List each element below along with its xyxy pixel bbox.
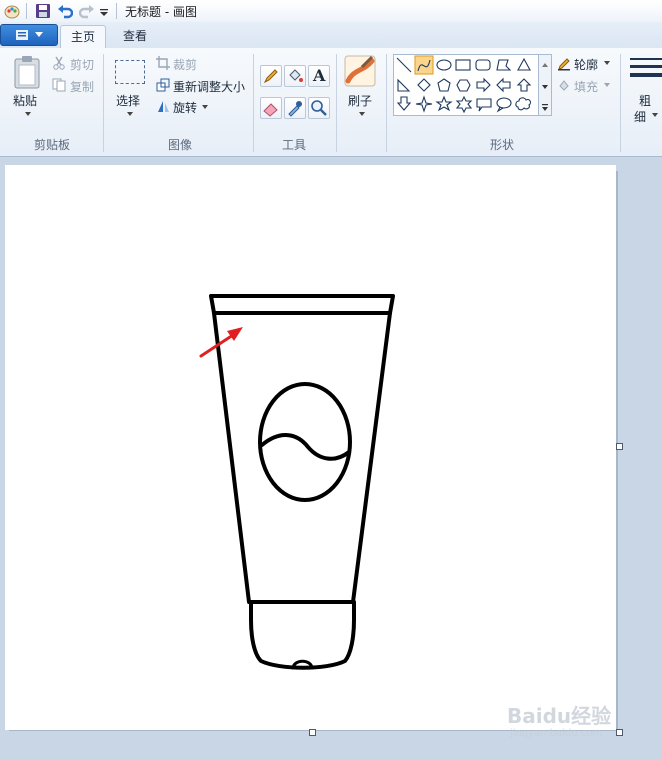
tools-group-label: 工具 — [281, 138, 306, 152]
redo-icon[interactable] — [79, 3, 95, 19]
eraser-icon — [263, 103, 278, 117]
oval-callout-shape-icon[interactable] — [496, 97, 512, 113]
cloud-callout-shape-icon[interactable] — [515, 97, 531, 111]
fill-icon — [559, 80, 569, 91]
fill-dropdown-icon[interactable] — [603, 82, 611, 88]
canvas-resize-handle-right[interactable] — [616, 443, 623, 450]
select-button[interactable]: 选择 — [116, 92, 140, 109]
fill-button[interactable]: 填充 — [574, 78, 598, 95]
expand-gallery-icon — [542, 107, 548, 111]
size-label-line2[interactable]: 细 — [634, 108, 646, 125]
paint-bucket-icon — [289, 69, 303, 82]
cut-button[interactable]: 剪切 — [70, 56, 94, 73]
shapes-gallery-icons — [396, 55, 532, 114]
eraser-tool[interactable] — [260, 97, 282, 119]
tube-cap-outline — [249, 600, 356, 670]
tube-drawing — [199, 294, 395, 670]
shapes-gallery — [393, 54, 545, 116]
oval-shape-icon[interactable] — [436, 59, 452, 71]
copy-icon — [52, 78, 66, 92]
six-point-star-shape-icon[interactable] — [455, 95, 473, 114]
triangle-shape-icon[interactable] — [517, 57, 531, 71]
pentagon-shape-icon[interactable] — [437, 78, 451, 92]
drawing-canvas[interactable] — [5, 165, 616, 730]
customize-quick-access-icon[interactable] — [99, 3, 109, 19]
paint-app-icon[interactable] — [4, 3, 20, 19]
brushes-dropdown-icon[interactable] — [358, 111, 366, 117]
up-arrow-shape-icon[interactable] — [516, 78, 532, 92]
resize-icon — [156, 78, 170, 92]
down-arrow-shape-icon[interactable] — [396, 96, 412, 111]
watermark-url: jingyan.baidu.com — [510, 728, 603, 739]
line-shape-icon[interactable] — [396, 57, 412, 73]
diamond-shape-icon[interactable] — [417, 78, 431, 92]
brush-icon[interactable] — [344, 55, 376, 87]
rounded-rectangle-shape-icon[interactable] — [475, 59, 491, 71]
size-dropdown-icon[interactable] — [651, 112, 659, 118]
pencil-icon — [263, 69, 278, 84]
shapes-group-label: 形状 — [489, 138, 514, 152]
text-tool[interactable]: A — [308, 65, 330, 87]
shapes-gallery-scrollbar[interactable] — [538, 54, 552, 116]
rotate-dropdown-icon[interactable] — [201, 104, 209, 110]
copy-button[interactable]: 复制 — [70, 78, 94, 95]
window-title: 无标题 - 画图 — [125, 5, 197, 19]
paste-icon[interactable] — [13, 55, 41, 89]
color-picker-tool[interactable] — [284, 97, 306, 119]
magnifier-tool[interactable] — [308, 97, 330, 119]
outline-button[interactable]: 轮廓 — [574, 56, 598, 73]
scissors-icon — [53, 56, 65, 70]
pencil-tool[interactable] — [260, 65, 282, 87]
brushes-button[interactable]: 刷子 — [348, 92, 372, 109]
select-icon[interactable] — [115, 60, 145, 84]
left-arrow-shape-icon[interactable] — [496, 77, 511, 93]
fill-tool[interactable] — [284, 65, 306, 87]
clipboard-group-label: 剪贴板 — [33, 138, 70, 152]
tube-wave-line — [260, 433, 351, 461]
select-dropdown-icon[interactable] — [126, 111, 134, 117]
save-icon[interactable] — [35, 3, 51, 19]
red-arrow-annotation — [199, 327, 243, 358]
watermark-logo: Baidu经验 — [507, 704, 612, 728]
four-point-star-shape-icon[interactable] — [415, 95, 433, 113]
ribbon-tab-row: 主页 查看 — [0, 22, 662, 49]
crop-icon — [156, 56, 170, 70]
crop-button[interactable]: 裁剪 — [173, 56, 197, 73]
paint-menu-button[interactable] — [0, 24, 58, 46]
rotate-icon — [158, 101, 169, 112]
paste-button[interactable]: 粘贴 — [13, 92, 37, 109]
canvas-resize-handle-corner[interactable] — [616, 729, 623, 736]
tab-view[interactable]: 查看 — [113, 25, 157, 48]
undo-icon[interactable] — [57, 3, 73, 19]
ribbon: 粘贴 剪切 复制 剪贴板 选择 裁剪 重新调整大小 旋转 图像 A 工具 刷子 … — [0, 48, 662, 157]
five-point-star-shape-icon[interactable] — [435, 95, 453, 112]
rectangle-shape-icon[interactable] — [455, 59, 471, 71]
line-size-icon[interactable] — [628, 56, 662, 86]
image-group-label: 图像 — [167, 138, 192, 152]
curve-shape-icon[interactable] — [414, 55, 434, 75]
eyedropper-icon — [288, 101, 302, 117]
chevron-down-icon — [35, 32, 43, 37]
rounded-callout-shape-icon[interactable] — [476, 98, 492, 112]
scroll-up-icon — [542, 63, 548, 67]
resize-button[interactable]: 重新调整大小 — [173, 78, 245, 95]
size-label-line1[interactable]: 粗 — [639, 92, 651, 109]
gallery-scroll-arrows — [542, 63, 548, 111]
canvas-resize-handle-bottom[interactable] — [309, 729, 316, 736]
magnifier-icon — [311, 100, 327, 116]
tab-home[interactable]: 主页 — [60, 25, 106, 49]
title-bar: 无标题 - 画图 — [0, 0, 662, 23]
outline-dropdown-icon[interactable] — [603, 60, 611, 66]
right-arrow-shape-icon[interactable] — [476, 77, 491, 93]
tube-body-outline — [212, 311, 392, 604]
paste-dropdown-icon[interactable] — [24, 111, 32, 117]
scroll-down-icon — [542, 85, 548, 89]
hexagon-shape-icon[interactable] — [456, 79, 471, 92]
polygon-shape-icon[interactable] — [496, 59, 512, 71]
tube-top-band — [209, 294, 395, 315]
outline-icon — [558, 58, 570, 71]
rotate-button[interactable]: 旋转 — [173, 99, 197, 116]
right-triangle-shape-icon[interactable] — [397, 78, 411, 92]
menu-icon — [16, 30, 28, 40]
